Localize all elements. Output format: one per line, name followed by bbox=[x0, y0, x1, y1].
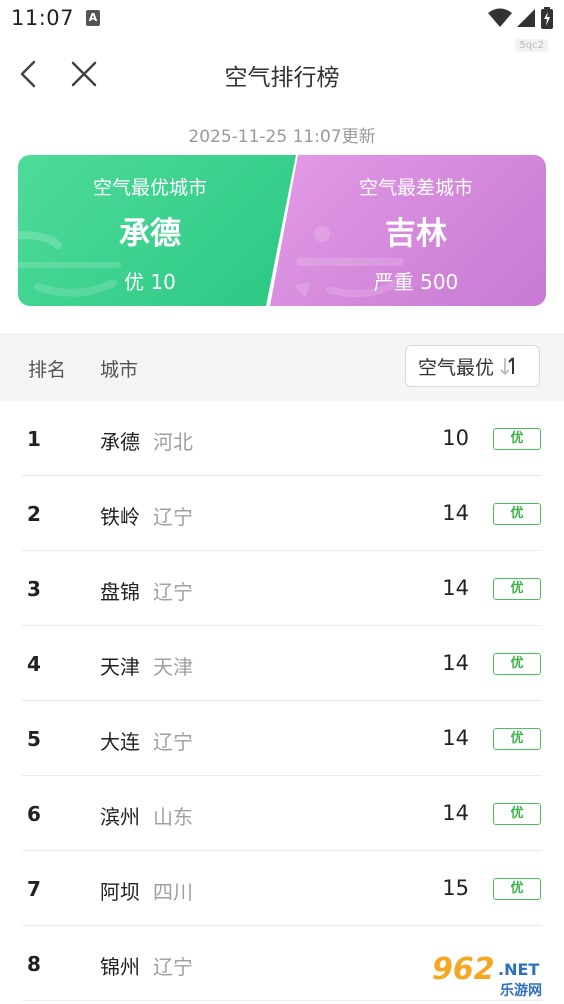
signal-icon bbox=[517, 9, 535, 27]
row-rank: 4 bbox=[27, 652, 41, 676]
aqi-level-badge: 优 bbox=[493, 428, 541, 450]
sort-button[interactable]: 空气最优 bbox=[405, 345, 540, 387]
site-watermark-logo: 962 .NET 乐游网 bbox=[424, 950, 560, 1000]
row-province: 辽宁 bbox=[153, 580, 193, 604]
aqi-level-badge: 优 bbox=[493, 653, 541, 675]
status-time: 11:07 bbox=[11, 6, 75, 30]
ranking-list: 1 承德 河北 10 优 2 铁岭 辽宁 14 优 3 盘锦 辽宁 14 优 4… bbox=[0, 401, 564, 1001]
row-aqi: 15 bbox=[442, 876, 469, 900]
row-province: 辽宁 bbox=[153, 955, 193, 979]
row-rank: 1 bbox=[27, 427, 41, 451]
row-rank: 7 bbox=[27, 877, 41, 901]
wifi-icon bbox=[488, 8, 512, 27]
row-province: 天津 bbox=[153, 655, 193, 679]
aqi-level-badge: 优 bbox=[493, 728, 541, 750]
a-notification-icon: A bbox=[86, 10, 100, 26]
aqi-level-badge: 优 bbox=[493, 503, 541, 525]
table-row[interactable]: 2 铁岭 辽宁 14 优 bbox=[0, 476, 564, 551]
row-city: 天津 bbox=[100, 655, 140, 679]
sort-arrows-icon bbox=[500, 355, 518, 377]
worst-city-label: 空气最差城市 bbox=[358, 177, 473, 199]
row-rank: 6 bbox=[27, 802, 41, 826]
worst-city-name: 吉林 bbox=[385, 216, 447, 252]
row-aqi: 14 bbox=[442, 501, 469, 525]
row-aqi: 14 bbox=[442, 726, 469, 750]
row-aqi: 10 bbox=[442, 426, 469, 450]
row-city: 承德 bbox=[100, 430, 140, 454]
aqi-level-badge: 优 bbox=[493, 878, 541, 900]
row-province: 辽宁 bbox=[153, 505, 193, 529]
row-rank: 3 bbox=[27, 577, 41, 601]
table-row[interactable]: 5 大连 辽宁 14 优 bbox=[0, 701, 564, 776]
logo-net-text: .NET bbox=[498, 960, 540, 979]
row-province: 辽宁 bbox=[153, 730, 193, 754]
aqi-level-badge: 优 bbox=[493, 803, 541, 825]
row-city: 盘锦 bbox=[100, 580, 140, 604]
logo-sub-text: 乐游网 bbox=[500, 983, 542, 999]
nav-bar: 空气排行榜 bbox=[0, 48, 564, 100]
best-city-aqi: 优 10 bbox=[124, 270, 176, 294]
table-row[interactable]: 3 盘锦 辽宁 14 优 bbox=[0, 551, 564, 626]
status-icons bbox=[488, 7, 554, 29]
row-city: 铁岭 bbox=[100, 505, 140, 529]
row-province: 四川 bbox=[153, 880, 193, 904]
row-rank: 8 bbox=[27, 952, 41, 976]
row-rank: 5 bbox=[27, 727, 41, 751]
sort-label: 空气最优 bbox=[418, 356, 495, 379]
table-header: 排名 城市 空气最优 bbox=[0, 333, 564, 401]
row-aqi: 14 bbox=[442, 576, 469, 600]
best-city-name: 承德 bbox=[119, 216, 181, 252]
row-aqi: 14 bbox=[442, 801, 469, 825]
row-city: 滨州 bbox=[100, 805, 140, 829]
update-time: 2025-11-25 11:07更新 bbox=[188, 127, 376, 147]
row-province: 山东 bbox=[153, 805, 193, 829]
worst-city-aqi: 严重 500 bbox=[373, 270, 459, 294]
row-city: 大连 bbox=[100, 730, 140, 754]
row-city: 阿坝 bbox=[100, 880, 140, 904]
logo-main-text: 962 bbox=[432, 952, 495, 987]
battery-charging-icon bbox=[541, 7, 553, 29]
status-bar: 11:07 A bbox=[0, 0, 564, 38]
best-city-card[interactable]: 空气最优城市 承德 优 10 bbox=[18, 155, 296, 306]
page-title: 空气排行榜 bbox=[224, 65, 340, 91]
table-row[interactable]: 7 阿坝 四川 15 优 bbox=[0, 851, 564, 926]
table-row[interactable]: 6 滨州 山东 14 优 bbox=[0, 776, 564, 851]
rank-column-header: 排名 bbox=[28, 359, 67, 381]
city-column-header: 城市 bbox=[100, 359, 139, 381]
worst-city-card[interactable]: 空气最差城市 吉林 严重 500 bbox=[270, 155, 546, 306]
row-province: 河北 bbox=[153, 430, 193, 454]
aqi-level-badge: 优 bbox=[493, 578, 541, 600]
row-aqi: 14 bbox=[442, 651, 469, 675]
row-rank: 2 bbox=[27, 502, 41, 526]
table-row[interactable]: 4 天津 天津 14 优 bbox=[0, 626, 564, 701]
table-row[interactable]: 1 承德 河北 10 优 bbox=[0, 401, 564, 476]
summary-cards: 空气最优城市 承德 优 10 空气最差城市 吉林 严重 500 bbox=[18, 155, 546, 306]
row-city: 锦州 bbox=[100, 955, 140, 979]
best-city-label: 空气最优城市 bbox=[92, 177, 207, 199]
